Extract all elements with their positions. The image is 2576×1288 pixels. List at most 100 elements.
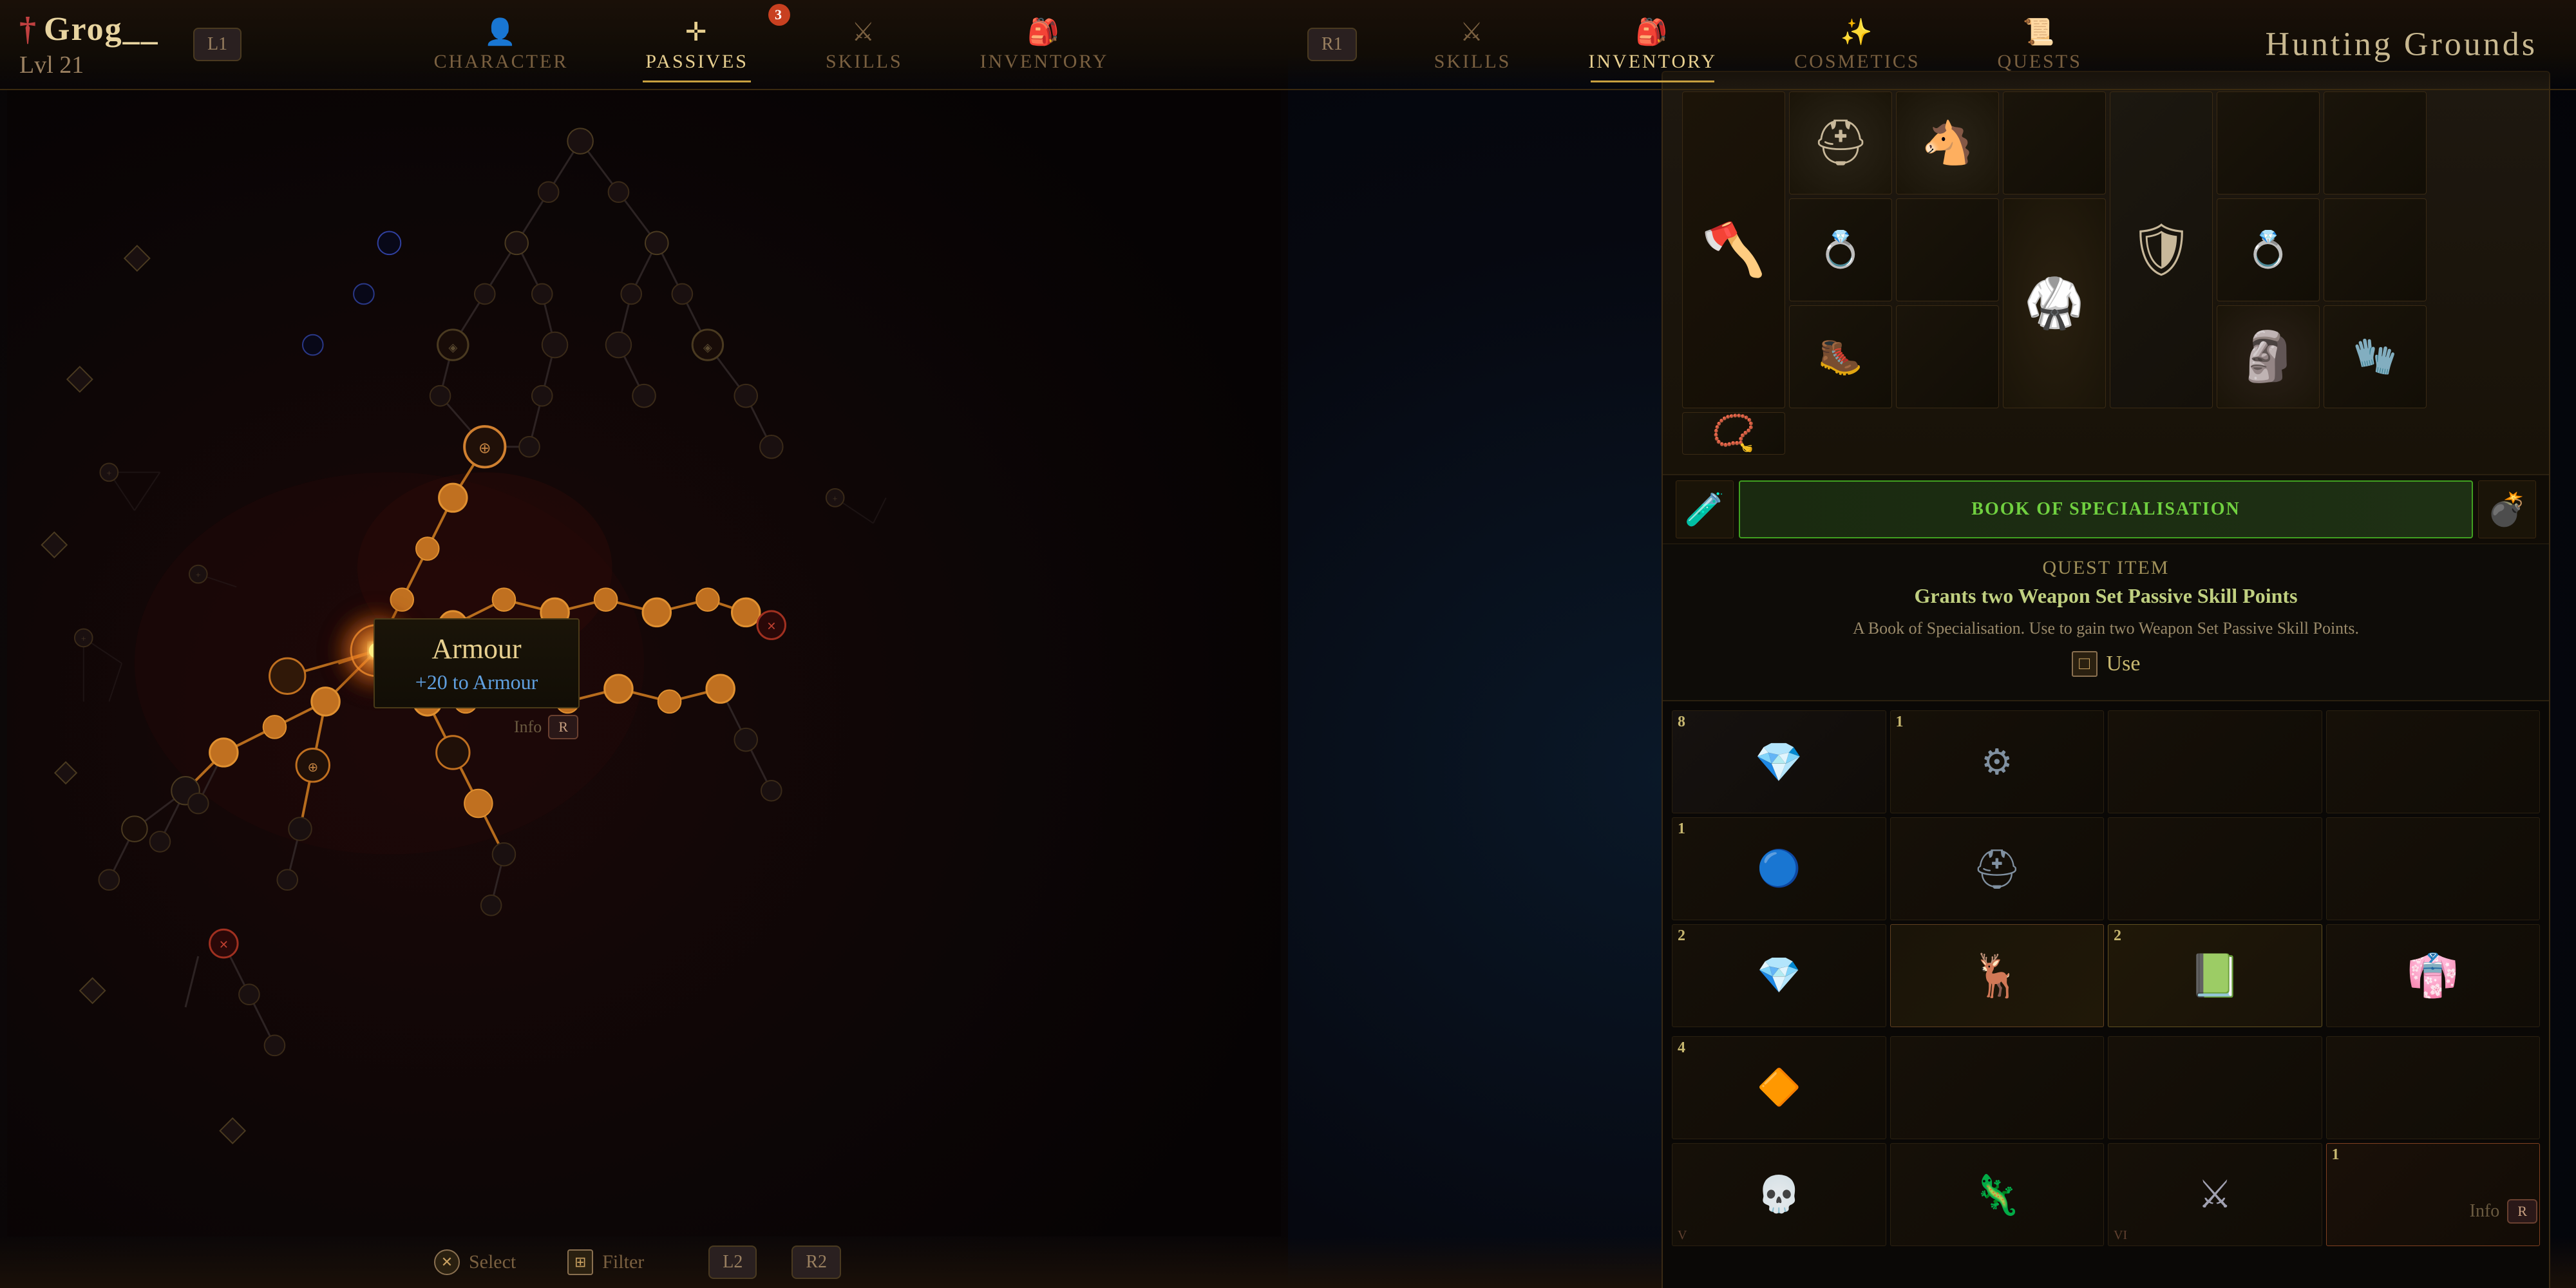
inv-slot-10-mask[interactable]: 🦌 xyxy=(1890,924,2105,1027)
trinket-slot[interactable]: 🗿 xyxy=(2217,305,2320,408)
book-specialisation-label: Book of Specialisation xyxy=(1971,499,2240,520)
inv-slot-9[interactable]: 2 💎 xyxy=(1672,924,1886,1027)
r-button[interactable]: R xyxy=(548,715,578,739)
location-title: Hunting Grounds xyxy=(2265,26,2537,64)
ring-red-icon: 💍 xyxy=(1819,229,1862,270)
l1-button[interactable]: L1 xyxy=(193,28,242,61)
slot-count-9: 2 xyxy=(1678,927,1685,945)
inv-slot-17[interactable]: V 💀 xyxy=(1672,1143,1886,1246)
offhand-slot[interactable]: 🛡 xyxy=(2110,91,2213,408)
player-info: †Grog__ Lvl 21 xyxy=(0,0,180,92)
empty-slot-5[interactable] xyxy=(2324,198,2427,301)
gem-blue-icon: 💎 xyxy=(1755,739,1803,785)
inv-slot-14[interactable] xyxy=(1890,1036,2105,1139)
inv-slot-13[interactable]: 4 🔶 xyxy=(1672,1036,1886,1139)
quests-icon: 📜 xyxy=(2023,17,2057,47)
inv-slot-18[interactable]: 🦎 xyxy=(1890,1143,2105,1246)
passives-icon: ✛ xyxy=(685,17,709,47)
grenade-slot[interactable]: 💣 xyxy=(2478,480,2536,538)
filter-label: Filter xyxy=(602,1251,644,1273)
tab-character[interactable]: 👤 CHARACTER xyxy=(395,7,607,82)
axe-icon: 🪓 xyxy=(1701,220,1766,280)
use-btn-icon: □ xyxy=(2072,651,2098,677)
boots-icon: 🥾 xyxy=(1819,336,1862,377)
mount-slot[interactable]: 🐴 xyxy=(1896,91,1999,194)
quest-description: Quest Item Grants two Weapon Set Passive… xyxy=(1663,544,2549,701)
tab-passives[interactable]: ✛ PASSIVES 3 xyxy=(607,7,787,82)
flask-slot[interactable]: 🧪 xyxy=(1676,480,1734,538)
svg-text:⊕: ⊕ xyxy=(307,761,318,775)
r2-button[interactable]: R2 xyxy=(791,1245,841,1279)
chest-slot[interactable]: 🥋 xyxy=(2003,198,2106,408)
empty-slot-4[interactable] xyxy=(1896,198,1999,301)
empty-slot-1[interactable] xyxy=(2003,91,2106,194)
top-nav-left: †Grog__ Lvl 21 L1 👤 CHARACTER ✛ PASSIVES… xyxy=(0,0,1288,90)
inv-slot-4[interactable] xyxy=(2326,710,2541,813)
weapon-slot[interactable]: 🪓 xyxy=(1682,91,1785,408)
inv-slot-20[interactable]: 1 xyxy=(2326,1143,2541,1246)
tab-inventory-right[interactable]: 🎒 INVENTORY xyxy=(1549,7,1756,82)
inv-slot-19[interactable]: VI ⚔ xyxy=(2108,1143,2322,1246)
tab-character-label: CHARACTER xyxy=(434,51,569,73)
player-name: †Grog__ xyxy=(19,10,161,48)
amulet-icon: 📿 xyxy=(1712,413,1756,454)
slot-count-13: 4 xyxy=(1678,1039,1685,1057)
info-r-action: Info R xyxy=(2470,1199,2537,1224)
helm-slot[interactable]: ⛑ xyxy=(1789,91,1892,194)
use-button[interactable]: □ Use xyxy=(1682,641,2530,687)
use-label: Use xyxy=(2107,652,2141,676)
inv-slot-3[interactable] xyxy=(2108,710,2322,813)
l2r2-actions: L2 R2 xyxy=(696,1245,854,1279)
slot-count-2: 1 xyxy=(1896,714,1904,731)
tab-inventory[interactable]: 🎒 INVENTORY xyxy=(942,7,1148,82)
inv-slot-6[interactable]: ⛑ xyxy=(1890,817,2105,920)
ring-slot-2[interactable]: 💍 xyxy=(2217,198,2320,301)
tab-skills[interactable]: ⚔ SKILLS xyxy=(787,7,942,82)
tab-cosmetics[interactable]: ✨ COSMETICS xyxy=(1756,7,1958,82)
gear-icon-inv: ⚙ xyxy=(1981,741,2012,782)
inventory-icon: 🎒 xyxy=(1027,17,1061,47)
boots-slot[interactable]: 🥾 xyxy=(1789,305,1892,408)
inventory-panel: 🪓 ⛑ 🐴 🛡 xyxy=(1662,71,2550,1288)
inv-slot-5[interactable]: 1 🔵 xyxy=(1672,817,1886,920)
inv-slot-2[interactable]: 1 ⚙ xyxy=(1890,710,2105,813)
svg-text:+: + xyxy=(106,468,111,478)
claw-icon: 🦎 xyxy=(1973,1172,2021,1218)
book-icon: 📗 xyxy=(2189,951,2241,1001)
ring-slot-1[interactable]: 💍 xyxy=(1789,198,1892,301)
helm-icon: ⛑ xyxy=(1812,117,1870,169)
tab-inventory-right-label: INVENTORY xyxy=(1588,51,1717,73)
filter-button[interactable]: ⊞ xyxy=(567,1249,593,1275)
quest-item-description: A Book of Specialisation. Use to gain tw… xyxy=(1682,616,2530,641)
tooltip-info: Info R xyxy=(514,715,578,739)
l2-button[interactable]: L2 xyxy=(708,1245,757,1279)
left-panel: †Grog__ Lvl 21 L1 👤 CHARACTER ✛ PASSIVES… xyxy=(0,0,1288,1288)
tab-quests[interactable]: 📜 QUESTS xyxy=(1959,7,2121,82)
horse-icon: 🐴 xyxy=(1922,118,1974,168)
skills-icon-right: ⚔ xyxy=(1460,17,1485,47)
r1-button[interactable]: R1 xyxy=(1307,28,1357,61)
main-screen: †Grog__ Lvl 21 L1 👤 CHARACTER ✛ PASSIVES… xyxy=(0,0,2576,1288)
tab-skills-right-label: SKILLS xyxy=(1434,51,1511,73)
gloves-slot[interactable]: 🧤 xyxy=(2324,305,2427,408)
tooltip-stat: +20 to Armour xyxy=(401,670,553,694)
tab-skills-right[interactable]: ⚔ SKILLS xyxy=(1396,7,1550,82)
passive-tree[interactable]: ⊕ ⊕ xyxy=(0,90,1288,1236)
nav-tabs-left: 👤 CHARACTER ✛ PASSIVES 3 ⚔ SKILLS 🎒 INVE… xyxy=(254,7,1288,82)
empty-slot-6[interactable] xyxy=(1896,305,1999,408)
inv-slot-7[interactable] xyxy=(2108,817,2322,920)
select-label: Select xyxy=(469,1251,516,1273)
slot-count-5: 1 xyxy=(1678,820,1685,838)
inv-slot-16[interactable] xyxy=(2326,1036,2541,1139)
x-button[interactable]: ✕ xyxy=(434,1249,460,1275)
empty-slot-2[interactable] xyxy=(2217,91,2320,194)
inv-slot-1[interactable]: 8 💎 xyxy=(1672,710,1886,813)
info-r-btn[interactable]: R xyxy=(2507,1199,2537,1224)
inv-slot-15[interactable] xyxy=(2108,1036,2322,1139)
inv-slot-12-robe[interactable]: 👘 xyxy=(2326,924,2541,1027)
inv-slot-8[interactable] xyxy=(2326,817,2541,920)
amulet-slot[interactable]: 📿 xyxy=(1682,412,1785,455)
empty-slot-3[interactable] xyxy=(2324,91,2427,194)
inv-slot-11-book[interactable]: 2 📗 xyxy=(2108,924,2322,1027)
book-of-specialisation-item[interactable]: Book of Specialisation xyxy=(1739,480,2473,538)
